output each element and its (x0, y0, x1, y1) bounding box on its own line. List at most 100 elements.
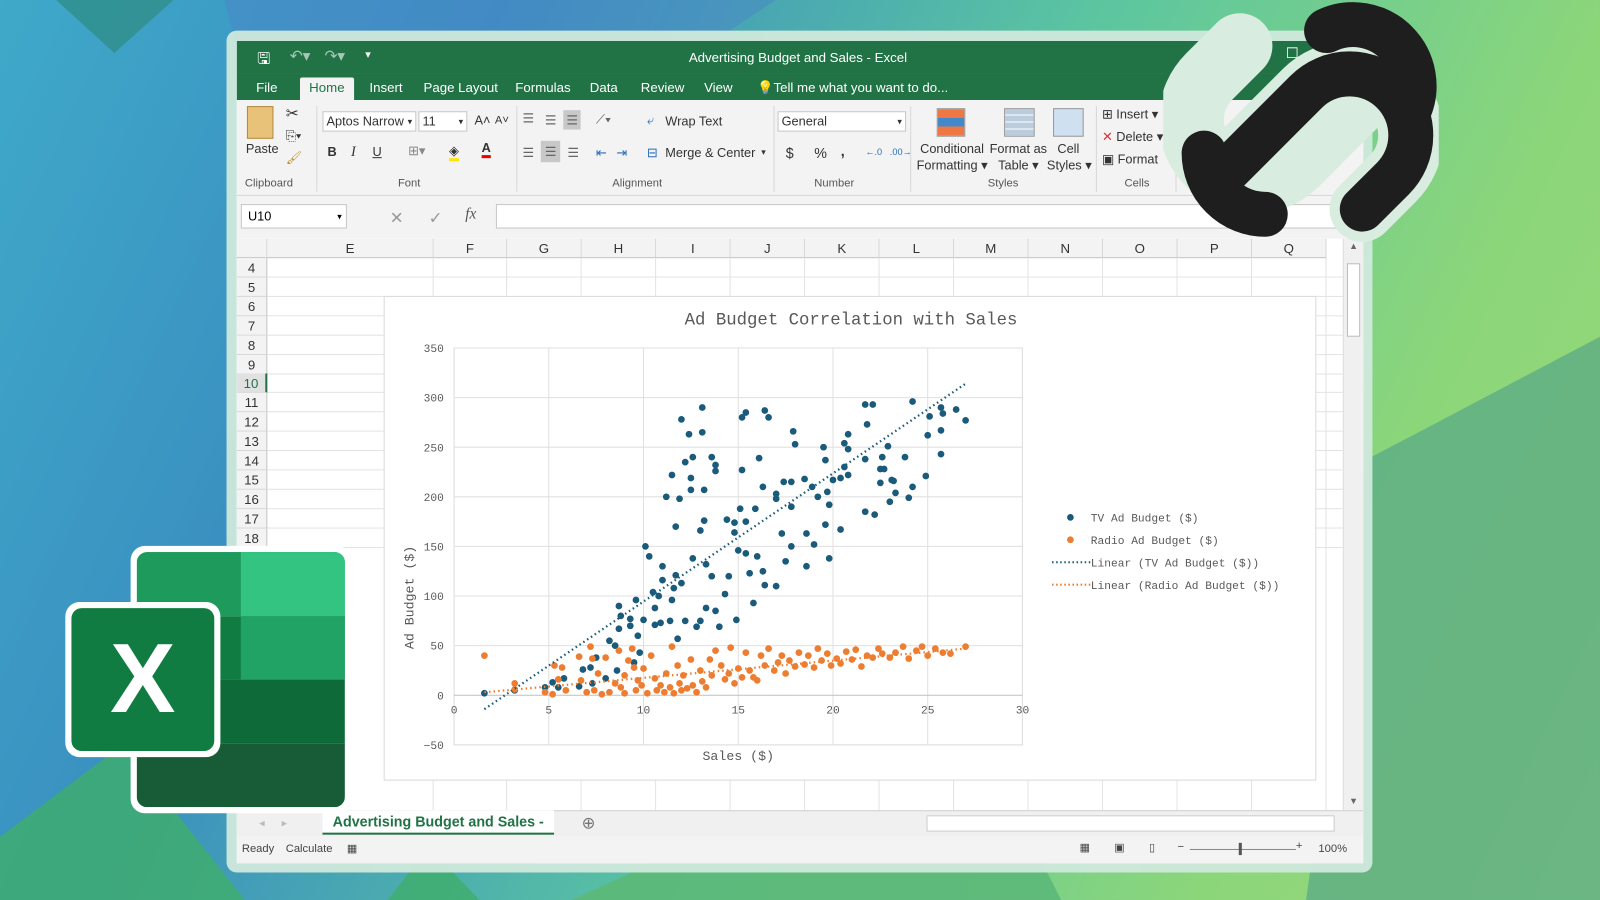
row-header-18[interactable]: 18 (236, 528, 268, 548)
row-header-17[interactable]: 17 (236, 508, 268, 529)
row-header-4[interactable]: 4 (236, 258, 268, 278)
column-header-J[interactable]: J (730, 238, 806, 259)
align-middle-icon[interactable]: ☰ (545, 112, 556, 127)
horizontal-scrollbar[interactable] (926, 815, 1335, 832)
enter-icon[interactable]: ✓ (429, 208, 443, 228)
row-header-13[interactable]: 13 (236, 431, 268, 452)
scroll-down-icon[interactable]: ▼ (1349, 796, 1358, 806)
format-painter-icon[interactable]: 🖌 (286, 151, 302, 166)
column-header-I[interactable]: I (656, 238, 731, 259)
row-header-14[interactable]: 14 (236, 451, 268, 471)
currency-button[interactable]: $ (786, 145, 794, 161)
zoom-out-icon[interactable]: − (1178, 841, 1185, 853)
format-as-table-button[interactable]: Format as Table ▾ (988, 141, 1049, 174)
increase-decimal-icon[interactable]: ←.0 (865, 147, 882, 157)
row-header-7[interactable]: 7 (236, 316, 268, 336)
paste-button[interactable]: Paste (246, 142, 279, 156)
row-header-16[interactable]: 16 (236, 489, 268, 509)
font-size-dropdown[interactable]: 11 ▾ (418, 111, 468, 132)
tab-review[interactable]: Review (632, 78, 694, 100)
select-all-corner[interactable] (236, 238, 268, 259)
zoom-in-icon[interactable]: + (1296, 840, 1303, 852)
row-header-12[interactable]: 12 (236, 412, 268, 432)
row-header-10[interactable]: 10 (236, 373, 268, 394)
insert-function-button[interactable]: fx (465, 206, 476, 223)
insert-cells-button[interactable]: ⊞ Insert ▾ (1102, 106, 1158, 121)
page-layout-view-icon[interactable]: ▣ (1114, 841, 1125, 854)
percent-button[interactable]: % (814, 145, 827, 161)
column-header-H[interactable]: H (581, 238, 657, 259)
row-header-6[interactable]: 6 (236, 296, 268, 317)
column-header-G[interactable]: G (507, 238, 582, 259)
bold-button[interactable]: B (328, 145, 337, 159)
copy-icon[interactable]: ⎘▾ (286, 129, 302, 144)
zoom-slider[interactable] (1189, 848, 1296, 850)
cut-icon[interactable]: ✂ (286, 104, 299, 122)
cell-styles-button[interactable]: Cell Styles ▾ (1047, 141, 1092, 174)
wrap-text-button[interactable]: Wrap Text (665, 114, 722, 128)
zoom-slider-thumb[interactable] (1238, 842, 1242, 856)
page-break-view-icon[interactable]: ▯ (1149, 841, 1155, 854)
macro-record-icon[interactable]: ▦ (347, 842, 358, 855)
font-name-dropdown[interactable]: Aptos Narrow ▾ (322, 111, 417, 132)
font-name-value: Aptos Narrow (326, 114, 404, 129)
sheet-nav-next-icon[interactable]: ▸ (282, 816, 288, 829)
delete-cells-button[interactable]: ✕ Delete ▾ (1102, 129, 1163, 144)
comma-button[interactable]: , (841, 143, 845, 159)
row-header-15[interactable]: 15 (236, 470, 268, 490)
scroll-thumb[interactable] (1346, 263, 1361, 337)
row-header-9[interactable]: 9 (236, 354, 268, 374)
align-top-icon[interactable]: ☰ (522, 110, 533, 125)
tab-page-layout[interactable]: Page Layout (414, 78, 507, 100)
italic-button[interactable]: I (351, 145, 356, 161)
tab-view[interactable]: View (695, 78, 742, 100)
tell-me-search[interactable]: Tell me what you want to do... (773, 80, 948, 95)
name-box[interactable]: U10 ▾ (240, 204, 347, 229)
borders-icon[interactable]: ⊞▾ (408, 143, 425, 158)
align-left-icon[interactable]: ☰ (522, 145, 533, 160)
normal-view-icon[interactable]: ▦ (1080, 841, 1091, 854)
increase-font-icon[interactable]: A˄ (474, 113, 490, 127)
align-bottom-icon[interactable]: ☰ (563, 110, 581, 130)
conditional-formatting-button[interactable]: Conditional Formatting ▾ (916, 141, 988, 174)
column-header-L[interactable]: L (879, 238, 955, 259)
column-header-E[interactable]: E (267, 238, 434, 259)
worksheet-grid[interactable]: E F G H I J K L M N O P Q 4 5 6 7 8 9 10 11 12 13 14 15 16 17 18 Ad… (236, 238, 1343, 811)
tab-formulas[interactable]: Formulas (506, 78, 580, 100)
orientation-icon[interactable]: ⟋▾ (596, 112, 611, 127)
format-cells-button[interactable]: ▣ Format (1102, 151, 1158, 166)
decrease-indent-icon[interactable]: ⇤ (596, 145, 607, 160)
number-format-dropdown[interactable]: General ▾ (777, 111, 907, 132)
fill-color-icon[interactable]: ◈ (448, 143, 459, 162)
paste-icon[interactable] (246, 106, 274, 139)
zoom-level[interactable]: 100% (1318, 843, 1347, 855)
column-header-N[interactable]: N (1028, 238, 1104, 259)
tab-home[interactable]: Home (299, 77, 354, 100)
cancel-icon[interactable]: ✕ (390, 208, 404, 228)
add-sheet-icon[interactable]: ⊕ (582, 813, 596, 833)
tab-data[interactable]: Data (581, 78, 627, 100)
tab-insert[interactable]: Insert (360, 78, 412, 100)
vertical-scrollbar[interactable]: ▲ ▼ (1342, 238, 1364, 811)
underline-button[interactable]: U (372, 145, 381, 159)
align-center-icon[interactable]: ☰ (540, 140, 561, 163)
row-header-8[interactable]: 8 (236, 335, 268, 355)
merge-dropdown-icon[interactable]: ▾ (761, 147, 766, 158)
scatter-chart[interactable]: Ad Budget Correlation with Sales 0 5 10 15 20… (383, 295, 1317, 781)
row-header-11[interactable]: 11 (236, 393, 268, 413)
column-header-M[interactable]: M (954, 238, 1029, 259)
column-header-F[interactable]: F (433, 238, 508, 259)
align-right-icon[interactable]: ☰ (567, 145, 578, 160)
sheet-nav-prev-icon[interactable]: ◂ (259, 816, 265, 829)
column-header-K[interactable]: K (805, 238, 880, 259)
row-header-5[interactable]: 5 (236, 277, 268, 297)
decrease-decimal-icon[interactable]: .00→ (890, 147, 912, 157)
radio-point (852, 646, 860, 653)
merge-center-button[interactable]: Merge & Center (665, 146, 755, 160)
increase-indent-icon[interactable]: ⇥ (616, 145, 627, 160)
font-color-icon[interactable]: A (481, 141, 491, 159)
tab-file[interactable]: File (247, 78, 287, 100)
status-calculate[interactable]: Calculate (286, 843, 333, 855)
sheet-tab-active[interactable]: Advertising Budget and Sales - (322, 810, 555, 835)
decrease-font-icon[interactable]: A˅ (495, 114, 509, 126)
